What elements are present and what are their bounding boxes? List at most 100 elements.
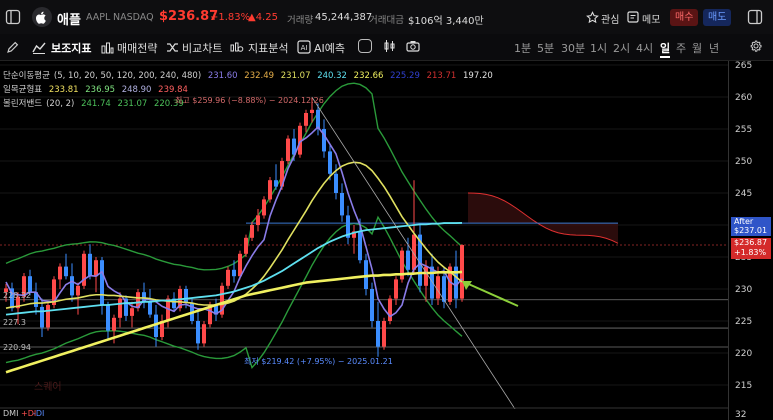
legend-bollinger-params: (20, 2): [46, 99, 75, 109]
candle-body: [106, 305, 110, 331]
camera-icon[interactable]: [405, 38, 421, 54]
candle-body: [406, 250, 410, 270]
legend-sma-v1: 231.60: [207, 71, 238, 81]
close-price-tag: $236.87 +1.83%: [731, 238, 771, 259]
timeframe-year[interactable]: 년: [709, 40, 719, 56]
legend-bollinger[interactable]: 볼린저밴드 (20, 2) 241.74 231.07 220.39: [3, 97, 184, 109]
candle-body: [328, 151, 332, 174]
change-absolute: ▲4.25: [248, 12, 278, 23]
candle-body: [232, 269, 236, 277]
y-tick-label: 220: [735, 349, 753, 359]
timeframe-week[interactable]: 주: [676, 40, 686, 56]
sidebar-toggle-icon[interactable]: [4, 8, 22, 26]
timeframe-2hour[interactable]: 2시: [613, 40, 630, 56]
indicator-icon[interactable]: [31, 39, 47, 55]
candle-body: [316, 109, 320, 129]
y-tick-label: 230: [735, 285, 753, 295]
settings-gear-icon[interactable]: [748, 38, 764, 54]
candle-body: [226, 269, 230, 286]
high-annotation: 최고 $259.96 (−8.88%) − 2024.12.26: [175, 96, 324, 105]
legend-sma-v8: 197.20: [463, 71, 493, 81]
moving-average-line: [5, 270, 463, 374]
candle-body: [388, 298, 392, 321]
candle-body: [430, 266, 434, 299]
watermark: 스퀘어: [34, 382, 62, 393]
stock-name: 애플: [57, 13, 81, 28]
candle-body: [184, 289, 188, 304]
legend-bollinger-v2: 231.07: [117, 99, 148, 109]
green-arrow: [463, 281, 519, 307]
legend-sma-label: 단순이동평균: [3, 71, 50, 81]
ai-icon[interactable]: AI: [296, 39, 312, 55]
timeframe-30min[interactable]: 30분: [561, 40, 585, 56]
after-hours-tag: After $237.01: [731, 217, 771, 236]
pencil-icon[interactable]: [4, 39, 20, 55]
timeframe-month[interactable]: 월: [692, 40, 702, 56]
legend-ichimoku[interactable]: 일목균형표 233.81 236.95 248.90 239.84: [3, 83, 188, 95]
candle-body: [94, 260, 98, 277]
change-percent: +1.83%: [210, 12, 251, 23]
star-icon[interactable]: [585, 10, 599, 24]
y-tick-label: 250: [735, 157, 753, 167]
toolbar-item-compare[interactable]: 비교차트: [182, 40, 222, 56]
timeframe-1hour[interactable]: 1시: [590, 40, 607, 56]
compare-icon[interactable]: [164, 39, 180, 55]
checkbox-icon[interactable]: [358, 39, 372, 53]
legend-ichimoku-label: 일목균형표: [3, 85, 43, 95]
candle-body: [196, 321, 200, 344]
analysis-icon[interactable]: [229, 39, 245, 55]
candle-body: [286, 138, 290, 161]
candle-body: [268, 180, 272, 200]
timeframe-5min[interactable]: 5분: [537, 40, 554, 56]
candle-body: [370, 289, 374, 321]
candle-body: [100, 260, 104, 305]
candle-body: [88, 253, 92, 277]
svg-text:AI: AI: [301, 44, 308, 52]
legend-sma[interactable]: 단순이동평균 (5, 10, 20, 50, 120, 200, 240, 480…: [3, 69, 493, 81]
grid-layout-icon[interactable]: [386, 38, 402, 54]
candle-body: [244, 237, 248, 254]
close-pct: +1.83%: [734, 248, 767, 257]
candle-body: [118, 298, 122, 318]
legend-sma-v2: 232.49: [244, 71, 275, 81]
candle-body: [376, 321, 380, 347]
y-tick-label: 260: [735, 93, 753, 103]
watch-label[interactable]: 관심: [601, 11, 619, 26]
level-label-3: 220.94: [3, 343, 31, 352]
memo-icon[interactable]: [626, 10, 640, 24]
apple-logo-icon: [32, 7, 52, 27]
timeframe-day[interactable]: 일: [660, 40, 671, 58]
candle-body: [76, 285, 80, 296]
dmi-minus: -DI: [33, 409, 45, 418]
low-annotation: 최저 $219.42 (+7.95%) − 2025.01.21: [244, 357, 393, 366]
dmi-label[interactable]: DMI: [3, 409, 18, 418]
panel-toggle-icon[interactable]: [746, 8, 764, 26]
legend-bollinger-v1: 241.74: [81, 99, 111, 109]
after-price: $237.01: [734, 226, 768, 235]
memo-label[interactable]: 메모: [642, 11, 660, 26]
candle-body: [340, 193, 344, 216]
level-label-1: 228.32: [3, 291, 31, 300]
toolbar-item-strategy[interactable]: 매매전략: [117, 40, 157, 56]
toolbar-item-analysis[interactable]: 지표분석: [248, 40, 288, 56]
candle-body: [310, 109, 314, 113]
legend-ichimoku-v1: 233.81: [48, 85, 79, 95]
candle-body: [358, 231, 362, 261]
price-axis[interactable]: 265 260 255 250 245 240 235 230 225 220 …: [728, 61, 773, 420]
toolbar-item-indicators[interactable]: 보조지표: [51, 40, 91, 56]
legend-sma-v5: 232.66: [353, 71, 384, 81]
sell-button[interactable]: 매도: [703, 9, 732, 26]
buy-button[interactable]: 매수: [670, 9, 699, 26]
after-label: After: [734, 217, 754, 226]
turnover-label: 거래대금: [369, 15, 404, 26]
candle-body: [262, 199, 266, 216]
timeframe-4hour[interactable]: 4시: [636, 40, 653, 56]
turnover-value: $106억 3,440만: [408, 16, 484, 27]
timeframe-1min[interactable]: 1분: [514, 40, 531, 56]
candle-body: [46, 305, 50, 328]
level-label-2: 227.3: [3, 318, 26, 327]
legend-sma-params: (5, 10, 20, 50, 120, 200, 240, 480): [53, 71, 202, 81]
toolbar-item-ai[interactable]: AI예측: [314, 40, 345, 56]
candle-body: [274, 180, 278, 187]
strategy-icon[interactable]: [99, 39, 115, 55]
